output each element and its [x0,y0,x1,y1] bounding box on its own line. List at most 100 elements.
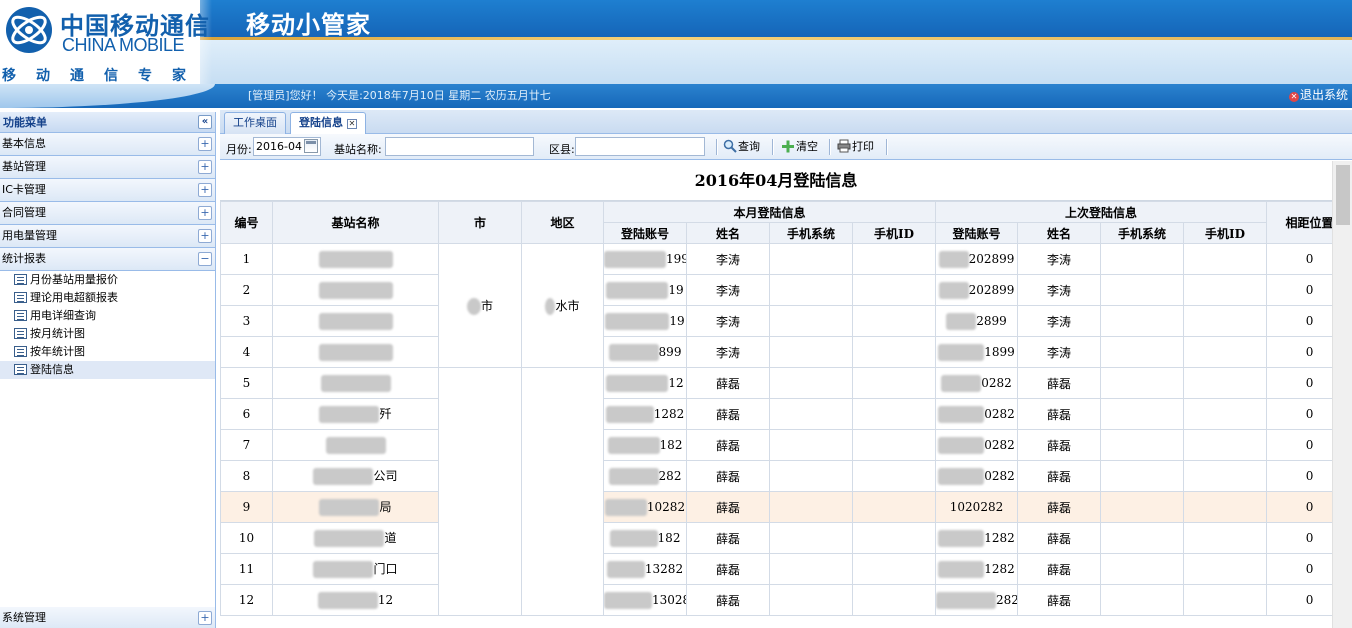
menu-group-label: IC卡管理 [2,183,46,196]
redacted-mask [938,343,985,361]
cell-last-account: 1282 [935,522,1019,554]
printer-icon [837,139,851,153]
cell-text: 市 [480,298,493,313]
redacted-mask [938,436,985,454]
cell-station [272,429,439,461]
cell-last-name: 薛磊 [1017,553,1102,585]
clear-icon [782,140,794,153]
sidebar-item-label: 登陆信息 [30,363,74,376]
cell-text: 202899 [968,282,1015,297]
logo-english-text: CHINA MOBILE [62,35,185,55]
vertical-scrollbar[interactable] [1332,161,1352,628]
print-button[interactable]: 打印 [837,138,874,156]
cell-account: 130282 [603,584,687,616]
cell-account: 1282 [603,398,687,430]
cell-text: 水市 [555,298,580,313]
cell-last-os [1100,243,1185,275]
redacted-mask [314,530,385,547]
sidebar-item-label: 用电详细查询 [30,309,96,322]
table-row[interactable]: 9 局 10282 薛磊 1020282 薛磊 0 [220,491,1352,523]
collapse-icon[interactable]: − [198,252,212,266]
sidebar-item-yearly-chart[interactable]: 按年统计图 [0,343,215,361]
cell-os [769,336,853,368]
sidebar-item-theoretical-overuse[interactable]: 理论用电超额报表 [0,289,215,307]
menu-group-basic-info[interactable]: 基本信息 + [0,133,215,156]
table-row[interactable]: 8 公司 282 薛磊 0282 薛磊 0 [220,460,1352,492]
table-row[interactable]: 6 歼 1282 薛磊 0282 薛磊 0 [220,398,1352,430]
cell-station: 局 [272,491,439,523]
table-row[interactable]: 1212130282薛磊282薛磊0 [220,584,1352,616]
table-row[interactable]: 11 门口 13282 薛磊 1282 薛磊 0 [220,553,1352,585]
menu-group-power-usage[interactable]: 用电量管理 + [0,225,215,248]
table-row[interactable]: 5 12 薛磊 0282 薛磊 0 [220,367,1352,616]
menu-group-contract[interactable]: 合同管理 + [0,202,215,225]
function-menu-title: 功能菜单 [3,116,47,129]
table-row[interactable]: 10 道 182 薛磊 1282 薛磊 0 [220,522,1352,554]
redacted-mask [608,467,659,485]
cell-account: 199 [603,243,687,275]
cell-text: 1899 [984,344,1015,359]
login-info-table: 编号 基站名称 市 地区 本月登陆信息 上次登陆信息 相距位置 登陆账号 姓名 … [220,201,1352,616]
cell-name: 薛磊 [686,553,770,585]
close-tab-icon[interactable]: ✕ [347,119,357,129]
sidebar-item-label: 月份基站用量报价 [30,273,118,286]
cell-text: 0282 [981,375,1012,390]
menu-group-system-mgmt[interactable]: 系统管理 + [0,607,215,628]
filter-toolbar: 月份: 基站名称: 区县: 查询 清空 打印 [220,134,1352,160]
cell-last-account: 0282 [935,460,1019,492]
menu-group-reports[interactable]: 统计报表 − [0,248,215,271]
cell-station: 道 [272,522,439,554]
cell-no: 11 [220,553,273,585]
district-input[interactable] [575,137,705,156]
clear-button[interactable]: 清空 [781,138,818,156]
report-icon [14,328,27,339]
header-region: 地区 [521,201,604,244]
scrollbar-thumb[interactable] [1336,165,1350,225]
cell-last-os [1100,584,1185,616]
expand-icon[interactable]: + [198,160,212,174]
cell-text: 1020282 [949,500,1004,514]
cell-account: 19 [603,274,687,306]
cell-text: 1282 [653,406,685,421]
table-row[interactable]: 4 899 李涛 1899 李涛 0 [220,336,1352,368]
expand-icon[interactable]: + [198,183,212,197]
sidebar-item-monthly-station-quote[interactable]: 月份基站用量报价 [0,271,215,289]
tab-workbench[interactable]: 工作桌面 [224,112,286,134]
cell-os [769,584,853,616]
cell-account: 182 [603,429,687,461]
cell-account: 19 [603,305,687,337]
redacted-mask [938,560,985,578]
redacted-mask [606,560,645,578]
expand-icon[interactable]: + [198,611,212,625]
expand-icon[interactable]: + [198,137,212,151]
menu-group-ic-card[interactable]: IC卡管理 + [0,179,215,202]
station-name-label: 基站名称: [334,143,382,156]
station-name-input[interactable] [385,137,534,156]
calendar-icon[interactable] [304,139,318,153]
sidebar-item-label: 按年统计图 [30,345,85,358]
cell-no: 1 [220,243,273,275]
cell-text: 局 [379,500,392,514]
table-row[interactable]: 7 182 薛磊 0282 薛磊 0 [220,429,1352,461]
query-button[interactable]: 查询 [723,138,760,156]
cell-last-os [1100,398,1185,430]
expand-icon[interactable]: + [198,206,212,220]
main-content: 工作桌面 登陆信息 ✕ 月份: 基站名称: 区县: 查询 清空 打印 2016年0… [220,110,1352,628]
table-row[interactable]: 1市水市199李涛202899李涛0 [220,243,1352,368]
cell-last-phone-id [1183,460,1268,492]
menu-group-station-mgmt[interactable]: 基站管理 + [0,156,215,179]
redacted-mask [466,297,481,315]
table-row[interactable]: 2 19 李涛 202899 李涛 0 [220,274,1352,306]
logout-button[interactable]: ✕ 退出系统 [1288,86,1348,103]
tab-login-info[interactable]: 登陆信息 ✕ [290,112,366,135]
sidebar-item-login-info[interactable]: 登陆信息 [0,361,215,379]
cell-name: 李涛 [686,243,770,275]
expand-icon[interactable]: + [198,229,212,243]
sidebar-item-monthly-chart[interactable]: 按月统计图 [0,325,215,343]
cell-os [769,274,853,306]
sidebar-item-power-detail-query[interactable]: 用电详细查询 [0,307,215,325]
collapse-sidebar-button[interactable]: « [198,115,212,129]
redacted-mask [604,250,666,268]
table-row[interactable]: 3 19 李涛 2899 李涛 0 [220,305,1352,337]
report-icon [14,364,27,375]
